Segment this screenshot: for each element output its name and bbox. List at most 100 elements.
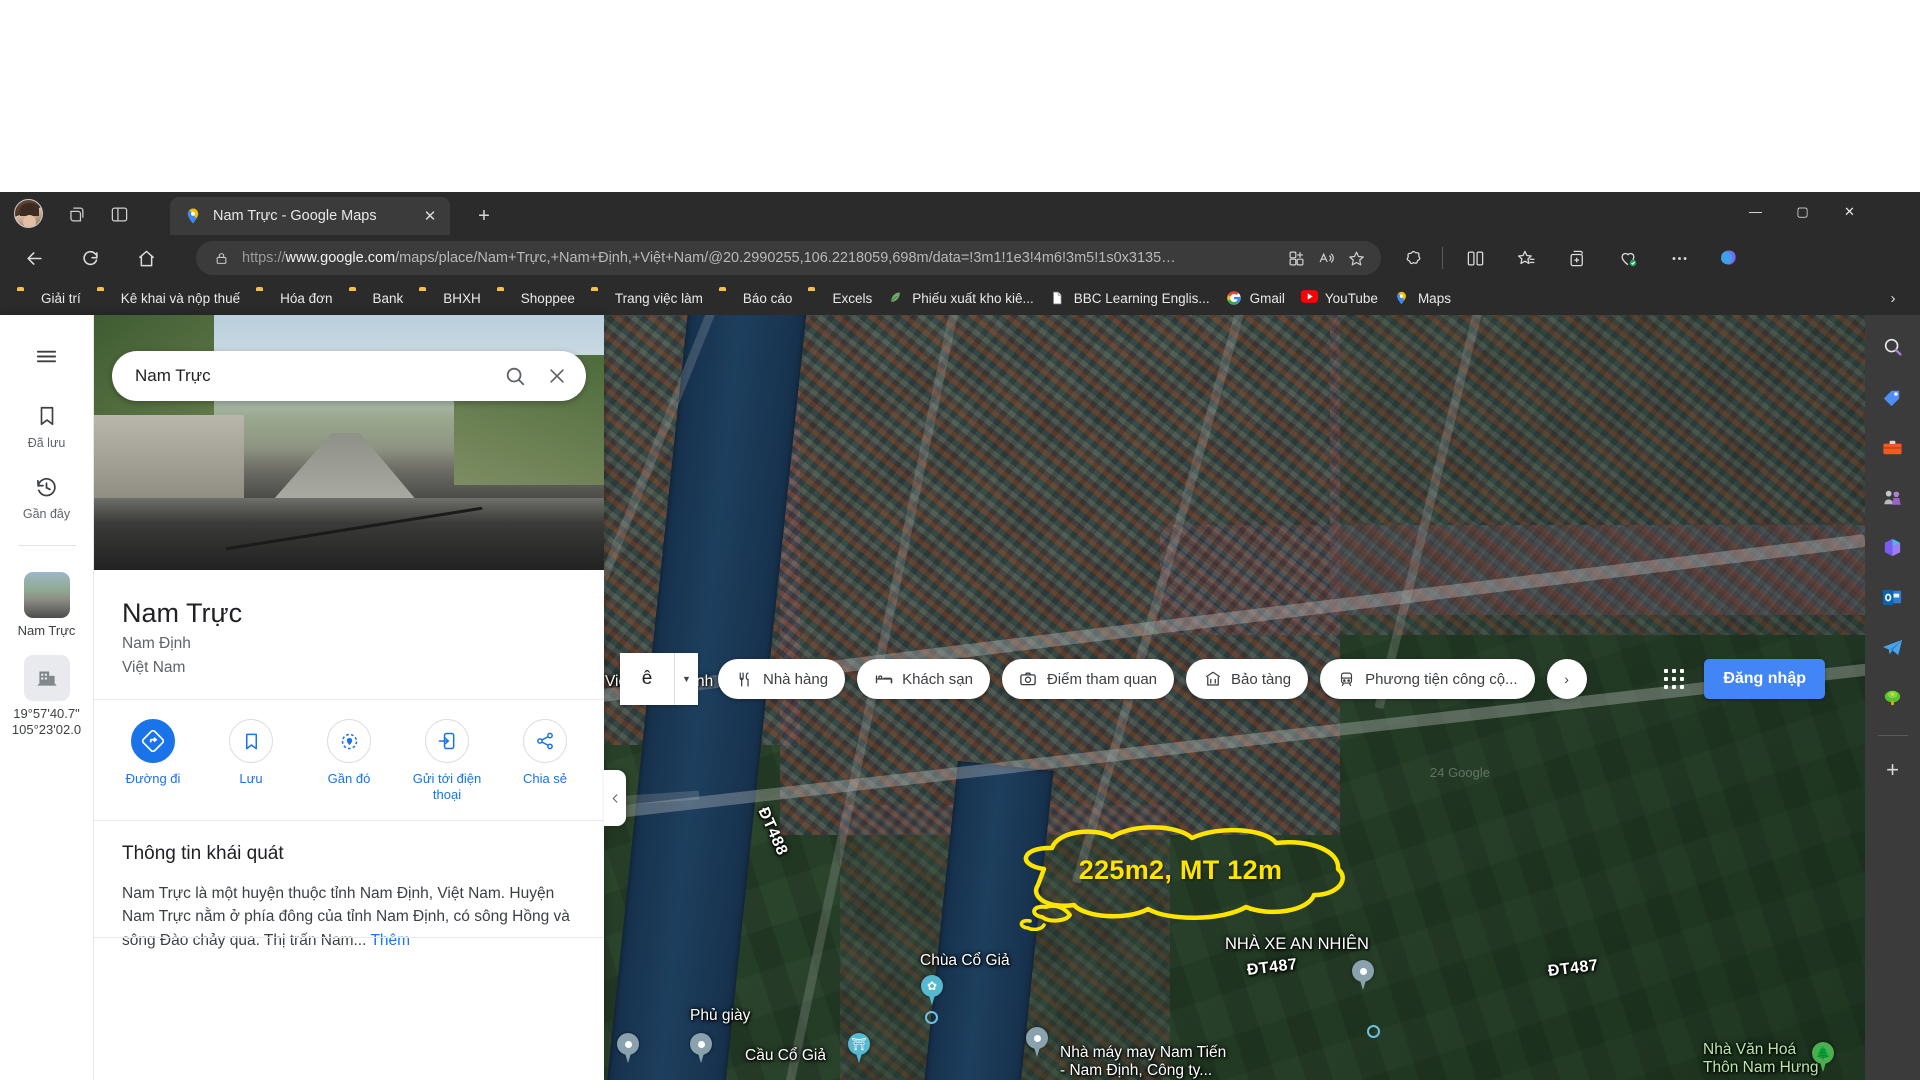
map-pin[interactable]: ✿	[921, 975, 943, 1005]
bookmark-item[interactable]: Hóa đơn	[249, 285, 339, 311]
bookmark-item[interactable]: Trang việc làm	[584, 285, 710, 311]
telegram-icon[interactable]	[1875, 629, 1911, 665]
tab-close-icon[interactable]: ✕	[418, 204, 442, 228]
share-button[interactable]: Chia sẻ	[499, 719, 591, 804]
bookmark-item[interactable]: Shoppee	[490, 285, 582, 311]
web-page: Việt Nam - Kinh Bắc ĐT488 ĐT487 ĐT487 Ch…	[0, 315, 1920, 1080]
bookmark-item[interactable]: Giải trí	[10, 285, 88, 311]
tab-copilot-icon[interactable]	[62, 200, 90, 228]
copilot-icon[interactable]	[1396, 241, 1430, 275]
rail-recent-place[interactable]: Nam Trực	[4, 572, 90, 639]
chips-next-button[interactable]: ›	[1547, 659, 1587, 699]
close-icon[interactable]	[536, 355, 578, 397]
nearby-button[interactable]: Gần đó	[303, 719, 395, 804]
rail-item-saved[interactable]: Đã lưu	[4, 401, 90, 450]
favorites-icon[interactable]	[1509, 241, 1543, 275]
bookmarks-overflow-button[interactable]: ›	[1882, 287, 1904, 309]
save-button[interactable]: Lưu	[205, 719, 297, 804]
window-minimize-button[interactable]: —	[1732, 192, 1779, 231]
split-screen-icon[interactable]	[1458, 241, 1492, 275]
nearby-icon	[327, 719, 371, 763]
rail-item-recent[interactable]: Gần đây	[4, 472, 90, 521]
bookmark-item[interactable]: BHXH	[412, 285, 488, 311]
bookmark-item[interactable]: Kê khai và nộp thuế	[90, 285, 247, 311]
maps-place-panel: Nam Trực Nam Định Việt Nam Đường đi	[94, 315, 604, 1080]
map-circle-marker[interactable]	[925, 1011, 938, 1024]
tools-toolbox-icon[interactable]	[1875, 429, 1911, 465]
profile-avatar[interactable]	[14, 199, 43, 228]
maps-search-box[interactable]	[112, 351, 586, 401]
send-to-phone-button[interactable]: Gửi tới điện thoại	[401, 719, 493, 804]
chip-restaurants[interactable]: Nhà hàng	[718, 659, 845, 699]
folder-icon	[419, 290, 436, 307]
bookmark-item[interactable]: BBC Learning Englis...	[1043, 285, 1217, 311]
folder-icon	[256, 290, 273, 307]
hamburger-menu-icon[interactable]	[24, 333, 70, 379]
browser-essentials-icon[interactable]	[1611, 241, 1645, 275]
map-circle-marker[interactable]	[1367, 1025, 1380, 1038]
read-aloud-icon[interactable]	[1311, 243, 1341, 273]
chip-attractions[interactable]: Điểm tham quan	[1002, 659, 1174, 699]
bookmark-label: BHXH	[443, 291, 481, 306]
folder-icon	[719, 290, 736, 307]
games-icon[interactable]	[1875, 479, 1911, 515]
share-icon	[523, 719, 567, 763]
collections-icon[interactable]	[1281, 243, 1311, 273]
map-pin[interactable]: ⛩	[848, 1033, 870, 1063]
bookmark-label: Excels	[832, 291, 872, 306]
rail-recent-place[interactable]: 19°57'40.7" 105°23'02.0	[4, 655, 90, 738]
tree-game-icon[interactable]	[1875, 679, 1911, 715]
rail-item-label: Đã lưu	[28, 436, 66, 450]
search-input[interactable]	[135, 366, 494, 386]
annotation-text: 225m2, MT 12m	[1008, 855, 1353, 886]
bookmark-label: Phiếu xuất kho kiê...	[912, 291, 1034, 306]
map-pin[interactable]	[1352, 960, 1374, 990]
refresh-button[interactable]	[73, 241, 107, 275]
chip-label: Phương tiện công cộ...	[1365, 671, 1517, 688]
map-pin[interactable]	[617, 1033, 639, 1063]
address-bar[interactable]: https://www.google.com/maps/place/Nam+Tr…	[196, 241, 1381, 275]
outlook-icon[interactable]	[1875, 579, 1911, 615]
map-pin[interactable]	[690, 1033, 712, 1063]
map-pin[interactable]: 🌲	[1812, 1042, 1834, 1072]
window-close-button[interactable]: ✕	[1826, 192, 1873, 231]
bookmark-item[interactable]: Bank	[342, 285, 411, 311]
add-to-collection-icon[interactable]	[1560, 241, 1594, 275]
sign-in-button[interactable]: Đăng nhập	[1704, 659, 1825, 699]
window-maximize-button[interactable]: ▢	[1779, 192, 1826, 231]
add-sidebar-app-button[interactable]: +	[1875, 752, 1911, 788]
new-tab-button[interactable]: +	[470, 202, 498, 230]
action-label: Lưu	[239, 771, 262, 787]
settings-more-icon[interactable]	[1662, 241, 1696, 275]
browser-tab[interactable]: Nam Trực - Google Maps ✕	[170, 197, 450, 235]
chip-museums[interactable]: Bảo tàng	[1186, 659, 1308, 699]
home-button[interactable]	[129, 241, 163, 275]
search-icon[interactable]	[1875, 329, 1911, 365]
map-pin[interactable]	[1026, 1027, 1048, 1057]
bookmark-item[interactable]: Maps	[1387, 285, 1458, 311]
office-icon[interactable]	[1875, 529, 1911, 565]
overview-body: Nam Trực là một huyện thuộc tỉnh Nam Địn…	[122, 882, 576, 953]
search-icon[interactable]	[494, 355, 536, 397]
panel-collapse-button[interactable]	[604, 770, 626, 826]
chip-transit[interactable]: Phương tiện công cộ...	[1320, 659, 1534, 699]
back-button[interactable]	[17, 241, 51, 275]
overview-more-link[interactable]: Thêm	[370, 932, 410, 949]
folder-icon	[17, 290, 34, 307]
chip-hotels[interactable]: Khách sạn	[857, 659, 990, 699]
overview-title: Thông tin khái quát	[122, 843, 576, 865]
bookmark-item[interactable]: Phiếu xuất kho kiê...	[881, 285, 1041, 311]
bookmark-item[interactable]: Gmail	[1219, 285, 1292, 311]
directions-button[interactable]: Đường đi	[107, 719, 199, 804]
bookmark-item[interactable]: Excels	[801, 285, 879, 311]
bookmark-item[interactable]: Báo cáo	[712, 285, 800, 311]
copilot-sidebar-icon[interactable]	[1712, 241, 1746, 275]
folder-icon	[97, 290, 114, 307]
bookmark-item[interactable]: YouTube	[1294, 285, 1385, 311]
ime-indicator[interactable]: ê ▼	[620, 653, 698, 705]
ime-dropdown-icon[interactable]: ▼	[674, 653, 698, 705]
tab-actions-pane-icon[interactable]	[105, 200, 133, 228]
apps-grid-icon[interactable]	[1655, 660, 1693, 698]
star-icon[interactable]	[1341, 243, 1371, 273]
shopping-tag-icon[interactable]	[1875, 379, 1911, 415]
